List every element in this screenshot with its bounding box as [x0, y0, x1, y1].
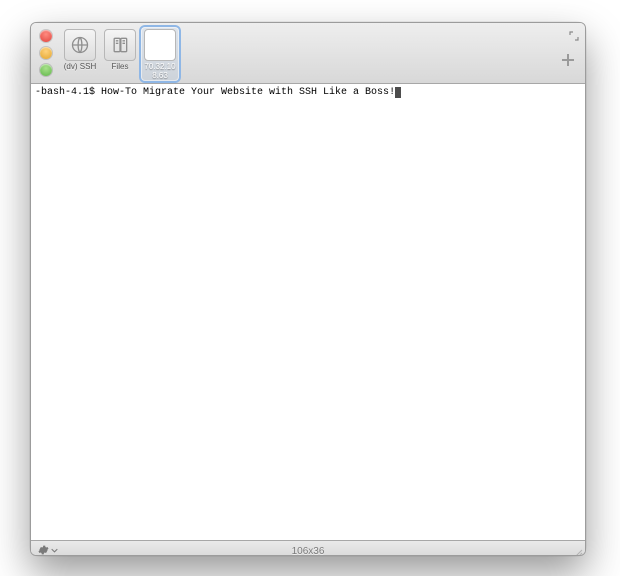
terminal-icon: [144, 29, 176, 61]
files-icon: [104, 29, 136, 61]
globe-icon: [64, 29, 96, 61]
gear-icon: [37, 544, 49, 556]
shell-command: How-To Migrate Your Website with SSH Lik…: [101, 87, 395, 98]
settings-menu[interactable]: [37, 544, 58, 556]
tab-label: (dv) SSH: [64, 62, 96, 71]
terminal-size: 106x36: [292, 546, 325, 557]
terminal-viewport[interactable]: -bash-4.1$ How-To Migrate Your Website w…: [31, 84, 585, 540]
zoom-button[interactable]: [40, 64, 52, 76]
resize-handle[interactable]: [571, 547, 583, 556]
tab-ip-terminal[interactable]: 70.32.108.63: [141, 27, 179, 81]
minimize-button[interactable]: [40, 47, 52, 59]
close-button[interactable]: [40, 30, 52, 42]
tab-bar: (dv) SSH Files: [61, 27, 179, 81]
titlebar: (dv) SSH Files: [31, 23, 585, 84]
chevron-down-icon: [51, 547, 58, 554]
shell-prompt: -bash-4.1$: [35, 87, 101, 98]
terminal-window: (dv) SSH Files: [30, 22, 586, 556]
tab-files[interactable]: Files: [101, 27, 139, 72]
tab-ssh[interactable]: (dv) SSH: [61, 27, 99, 72]
window-controls: [40, 30, 52, 76]
tab-label: Files: [112, 62, 129, 71]
expand-icon[interactable]: [569, 28, 579, 38]
add-tab-button[interactable]: [559, 51, 577, 69]
tab-label: 70.32.108.63: [144, 62, 175, 80]
cursor: [395, 87, 401, 98]
status-bar: 106x36: [31, 540, 585, 556]
